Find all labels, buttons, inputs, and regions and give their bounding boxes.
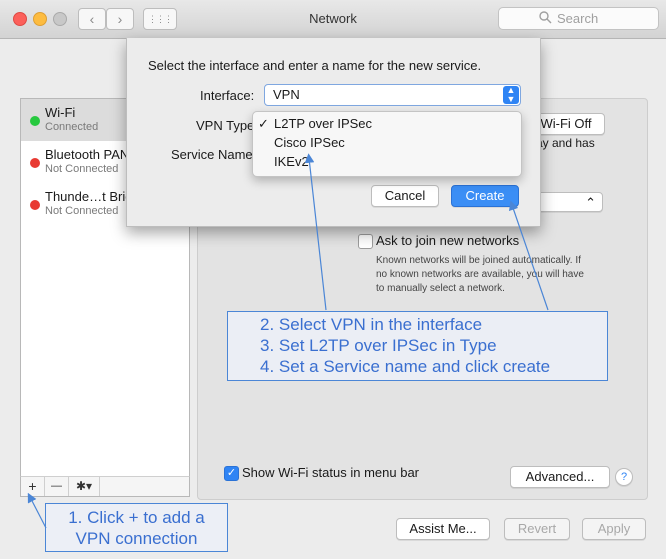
arrow-to-add-button (27, 492, 47, 529)
network-preferences-window: ‹ › ⋮⋮⋮ Network Search Wi-Fi Connected B… (0, 0, 666, 559)
callout-arrows (27, 153, 549, 529)
arrow-to-create (509, 200, 549, 311)
arrow-to-vpn-type (304, 153, 327, 311)
